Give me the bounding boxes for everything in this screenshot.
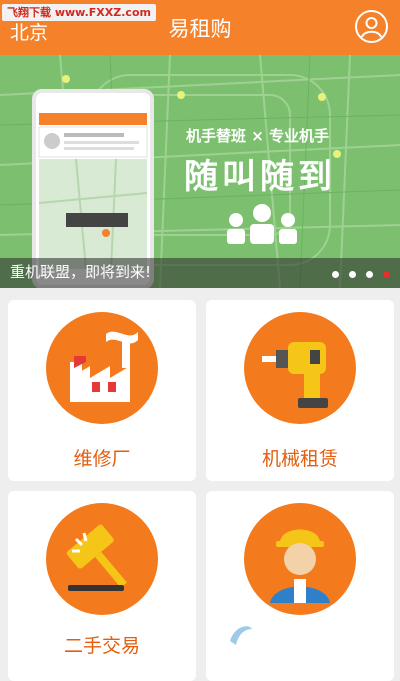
- carousel-dot[interactable]: [332, 271, 339, 278]
- watermark-icon: [220, 615, 260, 655]
- carousel-dot[interactable]: [366, 271, 373, 278]
- card-second-hand[interactable]: 二手交易: [8, 491, 196, 681]
- factory-icon: [46, 312, 158, 424]
- card-machinery-rental[interactable]: 机械租赁: [206, 300, 394, 481]
- carousel-dot-active[interactable]: [383, 271, 390, 278]
- card-label: 二手交易: [63, 635, 140, 657]
- workers-icon: [227, 204, 297, 244]
- watermark-logo: 飞翔下载 WWW.FXXZ.COM: [218, 613, 390, 659]
- promo-banner[interactable]: 机手替班 × 专业机手 随叫随到 重机联盟，即将到来!: [0, 55, 400, 288]
- auction-hammer-icon: [46, 503, 158, 615]
- watermark-url: WWW.FXXZ.COM: [266, 641, 363, 652]
- carousel-indicator[interactable]: [332, 271, 390, 278]
- app-preview-image: [38, 113, 148, 270]
- watermark-top: 飞翔下载 www.FXXZ.com: [2, 4, 156, 21]
- card-repair-factory[interactable]: 维修厂: [8, 300, 196, 481]
- carousel-dot[interactable]: [349, 271, 356, 278]
- banner-caption: 重机联盟，即将到来!: [10, 263, 152, 281]
- card-label: 机械租赁: [261, 448, 338, 470]
- banner-slogan-big: 随叫随到: [184, 157, 336, 197]
- drill-icon: [244, 312, 356, 424]
- worker-icon: [244, 503, 356, 615]
- user-avatar-icon[interactable]: [355, 10, 388, 43]
- banner-slogan-small: 机手替班 × 专业机手: [186, 127, 330, 145]
- card-label: 维修厂: [73, 448, 131, 470]
- banner-caption-bar: 重机联盟，即将到来!: [0, 258, 400, 288]
